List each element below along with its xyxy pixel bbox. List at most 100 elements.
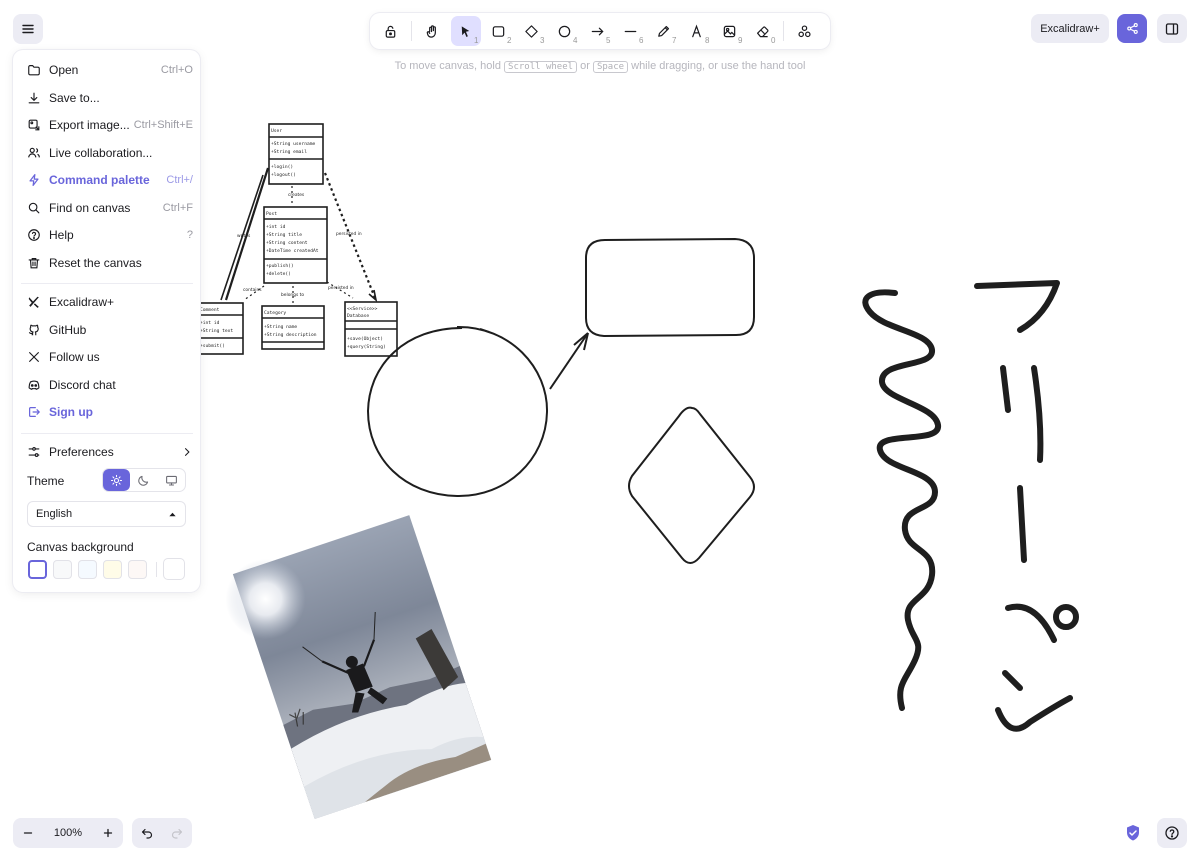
draw-tool[interactable]: 7 [649,16,679,46]
menu-item-label: Live collaboration... [49,146,153,160]
circle-shape[interactable] [366,325,549,498]
chevron-right-icon [181,446,193,458]
language-select[interactable]: English [27,501,186,527]
menu-item-shortcut: Ctrl+/ [166,174,193,186]
menu-item-command-palette[interactable]: Command palette Ctrl+/ [21,167,193,193]
menu-link-follow-us[interactable]: Follow us [21,344,193,370]
background-swatch-yellow[interactable] [103,560,122,579]
menu-link-sign-up[interactable]: Sign up [21,399,193,425]
shield-check-icon[interactable] [1125,824,1141,842]
sidebar-toggle-button[interactable] [1157,14,1187,43]
uml-user-attr: +String username [271,141,315,147]
diamond-tool[interactable]: 3 [517,16,547,46]
rectangle-icon [492,25,505,37]
uml-comment-attr: +String text [200,328,233,334]
arrow-shape[interactable] [549,332,589,390]
photo-image[interactable] [215,509,492,824]
menu-item-label: Export image... [49,118,130,132]
menu-item-export-image[interactable]: Export image... Ctrl+Shift+E [21,112,193,138]
pencil-icon [658,25,670,37]
redo-button[interactable] [162,818,192,848]
menu-item-label: Preferences [49,445,114,459]
freehand-handwriting[interactable] [974,280,1079,732]
uml-label-persisted: persisted in [336,231,362,237]
undo-button[interactable] [132,818,162,848]
uml-post-name: Post [266,211,277,217]
background-swatch-pink[interactable] [128,560,147,579]
freehand-squiggle[interactable] [862,289,941,711]
tool-key: 7 [672,36,677,45]
zoom-in-button[interactable] [93,818,123,848]
sign-up-icon [29,407,40,417]
diamond-shape[interactable] [628,406,755,564]
background-swatch-gray[interactable] [53,560,72,579]
uml-comment-method: +submit() [200,343,225,349]
menu-link-excalidraw-plus[interactable]: Excalidraw+ [21,289,193,315]
hint-key-space: Space [592,61,629,73]
hint-prefix: To move canvas, hold [394,60,501,72]
help-button[interactable] [1157,818,1187,848]
swatch-divider [156,562,157,577]
bolt-icon [29,173,39,187]
menu-link-discord[interactable]: Discord chat [21,372,193,398]
uml-category-attr: +String name [264,324,297,330]
plus-icon [103,828,113,838]
theme-label: Theme [27,474,65,488]
uml-post-attr: +String content [266,240,308,246]
menu-item-help[interactable]: Help ? [21,222,193,248]
line-tool[interactable]: 6 [616,16,646,46]
toolbar-divider [411,21,412,41]
main-menu-button[interactable] [13,14,43,44]
uml-user-method: +login() [271,164,293,170]
menu-item-preferences[interactable]: Preferences [21,439,193,465]
hand-tool[interactable] [418,16,448,46]
language-value: English [36,508,73,520]
zoom-level[interactable]: 100% [43,827,93,839]
shapes-library-icon [798,24,811,37]
menu-item-save-to[interactable]: Save to... [21,85,193,111]
diamond-icon [525,24,538,38]
image-tool[interactable]: 9 [715,16,745,46]
ellipse-tool[interactable]: 4 [550,16,580,46]
excalidraw-plus-button[interactable]: Excalidraw+ [1031,14,1109,43]
text-tool[interactable]: 8 [682,16,712,46]
sidebar-panel-icon [1165,22,1179,35]
x-logo-icon [29,352,39,362]
tool-key: 6 [639,36,644,45]
background-swatch-white[interactable] [28,560,47,579]
custom-background-color-button[interactable] [163,558,185,580]
theme-toggle [102,468,186,492]
menu-item-label: GitHub [49,323,87,337]
undo-redo-controls [132,818,192,848]
menu-item-label: Save to... [49,91,100,105]
menu-item-shortcut: Ctrl+Shift+E [133,119,193,131]
share-button[interactable] [1117,14,1147,43]
menu-item-reset-canvas[interactable]: Reset the canvas [21,250,193,276]
eraser-tool[interactable]: 0 [748,16,778,46]
more-tools-button[interactable] [790,16,820,46]
arrow-tool[interactable]: 5 [583,16,613,46]
uml-post-attr: +DateTime createdAt [266,248,319,254]
lock-tool[interactable] [376,16,406,46]
tool-key: 8 [705,36,710,45]
background-swatch-blue[interactable] [78,560,97,579]
rounded-rectangle-shape[interactable] [585,237,755,338]
selection-tool[interactable]: 1 [450,16,481,46]
theme-system-option[interactable] [158,469,185,491]
menu-item-find-on-canvas[interactable]: Find on canvas Ctrl+F [21,195,193,221]
menu-item-label: Discord chat [49,378,116,392]
menu-item-live-collaboration[interactable]: Live collaboration... [21,140,193,166]
tool-key: 2 [507,36,512,45]
menu-item-open[interactable]: Open Ctrl+O [21,57,193,83]
hamburger-icon [22,24,34,34]
shapes-toolbar: 1 2 3 4 5 6 7 8 9 0 [370,13,830,49]
rectangle-tool[interactable]: 2 [484,16,514,46]
theme-light-option[interactable] [103,469,131,491]
menu-link-github[interactable]: GitHub [21,317,193,343]
menu-item-shortcut: ? [186,229,193,241]
menu-item-label: Follow us [49,350,100,364]
zoom-out-button[interactable] [13,818,43,848]
theme-dark-option[interactable] [130,469,157,491]
menu-divider [21,283,193,284]
users-icon [28,147,40,158]
